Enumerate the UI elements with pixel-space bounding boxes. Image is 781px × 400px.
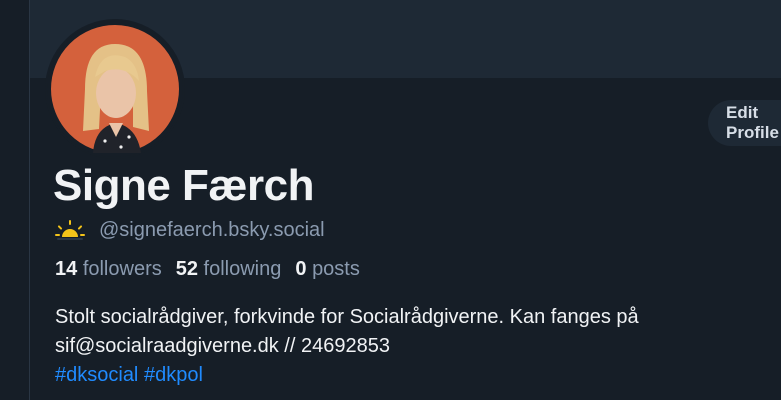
handle[interactable]: @signefaerch.bsky.social [99, 219, 325, 242]
hashtag-link-dkpol[interactable]: #dkpol [144, 364, 203, 386]
posts-stat: 0 posts [295, 258, 360, 281]
profile-stats: 14 followers 52 following 0 posts [55, 258, 360, 281]
avatar[interactable] [45, 19, 185, 159]
posts-label: posts [312, 258, 360, 280]
edit-profile-button[interactable]: Edit Profile [708, 100, 781, 146]
display-name: Signe Færch [53, 161, 315, 210]
posts-count: 0 [295, 258, 307, 280]
following-link[interactable]: 52 following [176, 258, 282, 281]
hashtag-link-dksocial[interactable]: #dksocial [55, 364, 138, 386]
following-label: following [203, 258, 282, 280]
left-rail [0, 0, 29, 400]
followers-link[interactable]: 14 followers [55, 258, 162, 281]
sun-icon [55, 220, 85, 240]
bio-line: Stolt socialrådgiver, forkvinde for Soci… [55, 306, 639, 328]
profile-bio: Stolt socialrådgiver, forkvinde for Soci… [55, 303, 775, 390]
following-count: 52 [175, 258, 198, 280]
bio-hashtags: #dksocial #dkpol [55, 361, 775, 390]
bio-line: sif@socialraadgiverne.dk // 24692853 [55, 335, 390, 357]
followers-label: followers [82, 258, 162, 280]
followers-count: 14 [55, 258, 78, 280]
handle-row: @signefaerch.bsky.social [55, 217, 325, 243]
avatar-photo [47, 21, 183, 157]
